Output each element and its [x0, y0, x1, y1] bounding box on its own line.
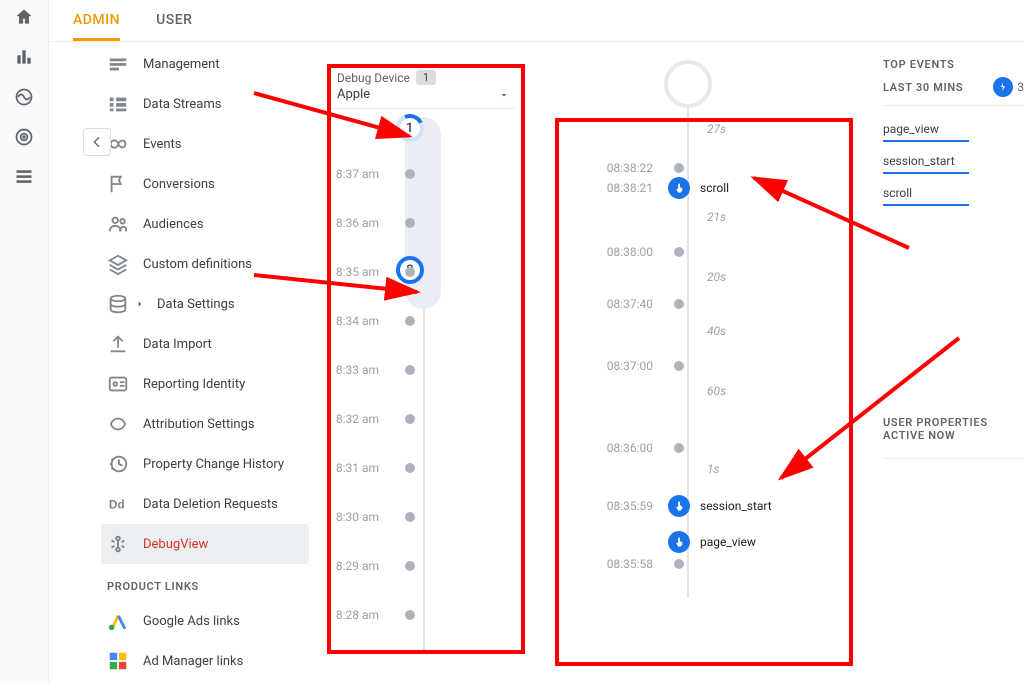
- seconds-tick: 08:36:00: [559, 440, 684, 456]
- flag-icon: [107, 173, 129, 195]
- minute-dot-icon: [405, 463, 415, 473]
- minute-dot-icon: [405, 512, 415, 522]
- minute-row[interactable]: 8:29 am: [331, 557, 516, 575]
- duration-label: 1s: [707, 462, 720, 476]
- top-event-page_view[interactable]: page_view: [883, 116, 969, 142]
- sidebar-item-custom-definitions[interactable]: Custom definitions: [101, 244, 309, 284]
- mgmt-icon: [107, 53, 129, 75]
- minute-timeline: Debug Device 1 Apple 1: [331, 68, 516, 653]
- minute-row[interactable]: 8:31 am: [331, 459, 516, 477]
- seconds-timeline: 27s 08:38:22 08:38:21scroll 21s 08:38:00 20s 0…: [559, 58, 849, 598]
- reports-icon[interactable]: [13, 46, 35, 68]
- hist-icon: [107, 453, 129, 475]
- duration-label: 60s: [707, 384, 726, 398]
- event-icon: [668, 177, 690, 199]
- minute-dot-icon: [405, 267, 415, 277]
- configure-icon[interactable]: [13, 166, 35, 188]
- sidebar-item-data-settings[interactable]: Data Settings: [101, 284, 309, 324]
- event-row-session_start[interactable]: 08:35:59session_start: [559, 498, 772, 514]
- top-events-header: TOP EVENTS: [883, 58, 1024, 77]
- top-tabs: ADMIN USER: [49, 0, 1024, 42]
- sidebar-item-audiences[interactable]: Audiences: [101, 204, 309, 244]
- user-properties-header: USER PROPERTIES ACTIVE NOW: [883, 416, 1024, 448]
- duration-label: 20s: [707, 270, 726, 284]
- product-link-ad-manager-links[interactable]: Ad Manager links: [101, 641, 309, 681]
- sidebar-item-data-streams[interactable]: Data Streams: [101, 84, 309, 124]
- event-icon: [668, 495, 690, 517]
- seconds-tick: 08:37:00: [559, 358, 684, 374]
- adm-logo-icon: [107, 650, 129, 672]
- minute-dot-icon: [405, 610, 415, 620]
- svg-text:Dd: Dd: [109, 498, 125, 512]
- device-selector[interactable]: Apple: [331, 87, 516, 109]
- event-type-icon: [993, 77, 1013, 97]
- cdef-icon: [107, 253, 129, 275]
- sidebar-item-attribution-settings[interactable]: Attribution Settings: [101, 404, 309, 444]
- del-icon: Dd: [107, 493, 129, 515]
- upload-icon: [107, 333, 129, 355]
- seconds-live-circle: [664, 60, 712, 108]
- duration-label: 40s: [707, 324, 726, 338]
- event-row-page_view[interactable]: page_view: [559, 534, 756, 550]
- minute-dot-icon: [405, 561, 415, 571]
- sidebar-item-debugview[interactable]: DebugView: [101, 524, 309, 564]
- advertising-icon[interactable]: [13, 126, 35, 148]
- seconds-tick: 08:35:58: [559, 556, 684, 572]
- minute-row[interactable]: 8:35 am: [331, 263, 516, 281]
- debug-device-header: Debug Device 1: [331, 68, 516, 87]
- explore-icon[interactable]: [13, 86, 35, 108]
- sidebar-item-reporting-identity[interactable]: Reporting Identity: [101, 364, 309, 404]
- product-link-google-ads-links[interactable]: Google Ads links: [101, 601, 309, 641]
- chevron-down-icon: [498, 89, 510, 101]
- minute-row[interactable]: 8:32 am: [331, 410, 516, 428]
- minute-dot-icon: [405, 316, 415, 326]
- minute-row[interactable]: 8:37 am: [331, 165, 516, 183]
- device-count-badge: 1: [416, 70, 436, 85]
- minute-dot-icon: [405, 169, 415, 179]
- top-event-session_start[interactable]: session_start: [883, 148, 969, 174]
- top-event-scroll[interactable]: scroll: [883, 180, 969, 206]
- minute-row[interactable]: 8:28 am: [331, 606, 516, 624]
- sidebar-item-events[interactable]: Events: [101, 124, 309, 164]
- event-row-scroll[interactable]: 08:38:21scroll: [559, 180, 729, 196]
- aud-icon: [107, 213, 129, 235]
- tick-dot-icon: [674, 361, 684, 371]
- tick-dot-icon: [674, 299, 684, 309]
- tick-dot-icon: [674, 559, 684, 569]
- minute-row[interactable]: 8:36 am: [331, 214, 516, 232]
- gads-logo-icon: [107, 610, 129, 632]
- event-icon: [668, 531, 690, 553]
- rid-icon: [107, 373, 129, 395]
- sidebar-item-conversions[interactable]: Conversions: [101, 164, 309, 204]
- streams-icon: [107, 93, 129, 115]
- section-header-product-links: PRODUCT LINKS: [101, 564, 309, 601]
- tab-admin[interactable]: ADMIN: [73, 12, 120, 41]
- sidebar-item-data-deletion-requests[interactable]: DdData Deletion Requests: [101, 484, 309, 524]
- seconds-tick: 08:37:40: [559, 296, 684, 312]
- minute-dot-icon: [405, 365, 415, 375]
- sidebar-item-property-change-history[interactable]: Property Change History: [101, 444, 309, 484]
- debug-icon: [107, 533, 129, 555]
- right-panel: TOP EVENTS LAST 30 MINS 3 page_viewsessi…: [867, 58, 1024, 459]
- minute-row[interactable]: 8:34 am: [331, 312, 516, 330]
- seconds-tick: 08:38:22: [559, 160, 684, 176]
- nav-rail: [0, 0, 48, 683]
- minute-row[interactable]: 8:30 am: [331, 508, 516, 526]
- home-icon[interactable]: [13, 6, 35, 28]
- seconds-tick: 08:38:00: [559, 244, 684, 260]
- attr-icon: [107, 413, 129, 435]
- db-icon: [107, 293, 129, 315]
- sidebar-item-management[interactable]: Management: [101, 44, 309, 84]
- minute-dot-icon: [405, 218, 415, 228]
- tick-dot-icon: [674, 443, 684, 453]
- minute-row[interactable]: 8:33 am: [331, 361, 516, 379]
- minute-dot-icon: [405, 414, 415, 424]
- sidebar-item-data-import[interactable]: Data Import: [101, 324, 309, 364]
- duration-label: 21s: [707, 210, 726, 224]
- duration-label: 27s: [707, 122, 726, 136]
- tick-dot-icon: [674, 163, 684, 173]
- tick-dot-icon: [674, 247, 684, 257]
- tab-user[interactable]: USER: [156, 12, 192, 41]
- back-button[interactable]: [83, 128, 111, 156]
